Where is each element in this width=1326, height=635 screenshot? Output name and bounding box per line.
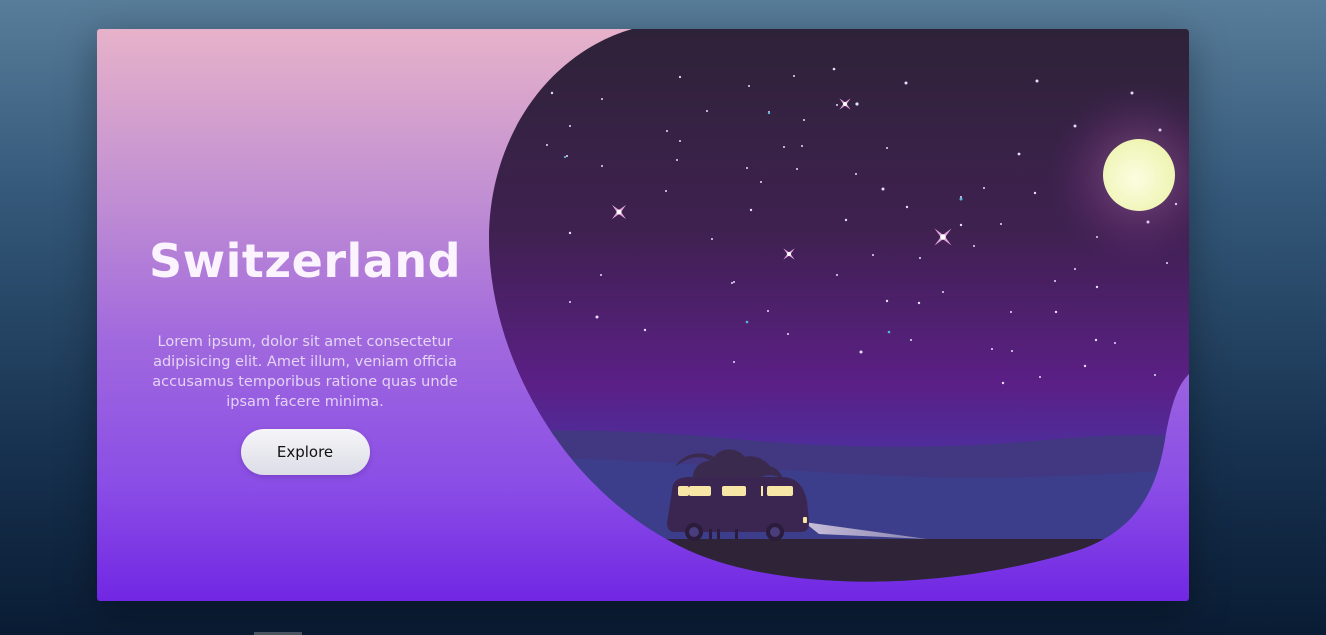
night-sky [489,29,1189,582]
road [489,539,1189,582]
hero-text-panel: Switzerland Lorem ipsum, dolor sit amet … [145,234,465,475]
hero-description: Lorem ipsum, dolor sit amet consectetur … [152,334,458,410]
camper-van [667,477,809,541]
hero-card: Switzerland Lorem ipsum, dolor sit amet … [97,29,1189,601]
explore-button[interactable]: Explore [240,429,370,475]
page-title: Switzerland [148,234,462,288]
moon [1103,139,1175,211]
